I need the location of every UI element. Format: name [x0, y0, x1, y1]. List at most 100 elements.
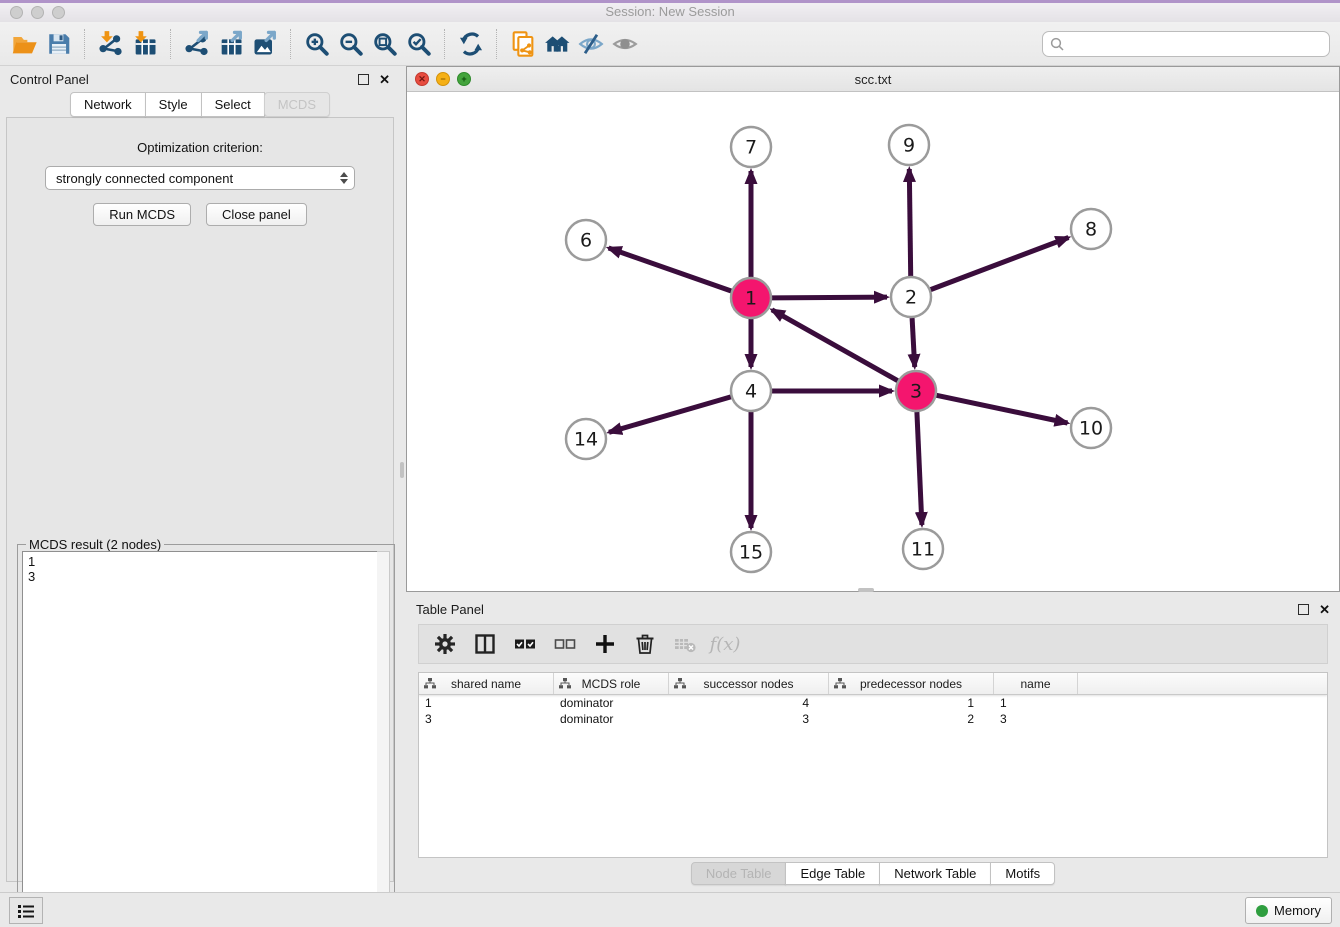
save-session-icon[interactable] [42, 27, 76, 61]
cell[interactable]: 1 [419, 696, 554, 710]
node-label: 15 [739, 542, 763, 564]
optimization-criterion-select[interactable]: strongly connected component [45, 166, 355, 190]
home-icon[interactable] [540, 27, 574, 61]
cell[interactable]: 4 [669, 696, 829, 710]
import-network-icon[interactable] [94, 27, 128, 61]
node-6[interactable]: 6 [566, 220, 606, 260]
node-label: 6 [580, 230, 592, 252]
select-all-rows-icon[interactable] [511, 630, 539, 658]
float-table-panel-icon[interactable] [1298, 604, 1309, 615]
node-2[interactable]: 2 [891, 277, 931, 317]
cell[interactable]: 1 [829, 696, 994, 710]
tab-select[interactable]: Select [201, 92, 265, 117]
table-settings-icon[interactable] [431, 630, 459, 658]
node-3[interactable]: 3 [896, 371, 936, 411]
network-view-window: ✕ − + scc.txt 7 9 6 8 1 2 4 3 14 10 15 11 [406, 66, 1340, 592]
mcds-result-box: MCDS result (2 nodes) 1 3 [17, 544, 395, 926]
node-7[interactable]: 7 [731, 127, 771, 167]
edge-2-3[interactable] [912, 318, 915, 367]
edge-3-11[interactable] [917, 412, 922, 525]
column-header-successor-nodes[interactable]: successor nodes [669, 673, 829, 694]
network-window-titlebar[interactable]: ✕ − + scc.txt [407, 67, 1339, 92]
float-panel-icon[interactable] [358, 74, 369, 85]
node-1[interactable]: 1 [731, 278, 771, 318]
search-icon [1050, 37, 1065, 57]
zoom-in-icon[interactable] [300, 27, 334, 61]
tab-node-table[interactable]: Node Table [691, 862, 787, 885]
toolbar-separator [170, 29, 172, 59]
tab-network[interactable]: Network [70, 92, 146, 117]
open-session-icon[interactable] [8, 27, 42, 61]
export-image-icon[interactable] [248, 27, 282, 61]
zoom-out-icon[interactable] [334, 27, 368, 61]
tab-mcds[interactable]: MCDS [264, 92, 330, 117]
network-canvas[interactable]: 7 9 6 8 1 2 4 3 14 10 15 11 [407, 91, 1339, 591]
edge-1-6[interactable] [609, 248, 732, 291]
show-panels-icon[interactable] [608, 27, 642, 61]
table-panel: Table Panel ✕ f(x) shared nameMCDS roles… [406, 596, 1340, 888]
delete-column-icon[interactable] [631, 630, 659, 658]
cell[interactable]: dominator [554, 712, 669, 726]
column-visibility-icon[interactable] [471, 630, 499, 658]
close-panel-button[interactable]: Close panel [206, 203, 307, 226]
zoom-fit-icon[interactable] [368, 27, 402, 61]
function-builder-icon: f(x) [711, 630, 739, 658]
result-scrollbar[interactable] [377, 551, 390, 921]
close-panel-icon[interactable]: ✕ [379, 73, 390, 86]
node-15[interactable]: 15 [731, 532, 771, 572]
node-14[interactable]: 14 [566, 419, 606, 459]
add-column-icon[interactable] [591, 630, 619, 658]
cell[interactable]: 3 [669, 712, 829, 726]
node-10[interactable]: 10 [1071, 408, 1111, 448]
column-header-shared-name[interactable]: shared name [419, 673, 554, 694]
hide-panels-icon[interactable] [574, 27, 608, 61]
cell[interactable]: 3 [419, 712, 554, 726]
tab-style[interactable]: Style [145, 92, 202, 117]
edge-3-1[interactable] [772, 310, 898, 381]
export-network-icon[interactable] [180, 27, 214, 61]
tab-motifs[interactable]: Motifs [990, 862, 1055, 885]
node-11[interactable]: 11 [903, 529, 943, 569]
splitter-grip-horizontal[interactable] [858, 588, 874, 592]
deselect-all-rows-icon[interactable] [551, 630, 579, 658]
run-mcds-button[interactable]: Run MCDS [93, 203, 191, 226]
search-input[interactable] [1042, 31, 1330, 57]
control-panel-tabs: NetworkStyleSelectMCDS [0, 92, 400, 117]
cell[interactable]: dominator [554, 696, 669, 710]
app-title: Session: New Session [0, 4, 1340, 19]
toolbar-separator [496, 29, 498, 59]
column-header-name[interactable]: name [994, 673, 1078, 694]
column-header-predecessor-nodes[interactable]: predecessor nodes [829, 673, 994, 694]
edge-2-9[interactable] [909, 169, 910, 276]
mcds-result-text[interactable]: 1 3 [22, 551, 378, 921]
node-9[interactable]: 9 [889, 125, 929, 165]
clone-network-icon[interactable] [506, 27, 540, 61]
node-4[interactable]: 4 [731, 371, 771, 411]
table-row[interactable]: 1dominator411 [419, 695, 1327, 711]
memory-status-icon [1256, 905, 1268, 917]
node-8[interactable]: 8 [1071, 209, 1111, 249]
list-icon [17, 903, 35, 919]
table-browser-button[interactable] [9, 897, 43, 924]
import-table-icon[interactable] [128, 27, 162, 61]
edge-1-2[interactable] [772, 297, 887, 298]
close-table-panel-icon[interactable]: ✕ [1319, 603, 1330, 616]
splitter-grip-vertical[interactable] [400, 462, 404, 478]
edge-4-14[interactable] [609, 397, 731, 432]
zoom-selected-icon[interactable] [402, 27, 436, 61]
tab-network-table[interactable]: Network Table [879, 862, 991, 885]
cell[interactable]: 2 [829, 712, 994, 726]
tab-edge-table[interactable]: Edge Table [785, 862, 880, 885]
apply-layout-icon[interactable] [454, 27, 488, 61]
column-header-MCDS-role[interactable]: MCDS role [554, 673, 669, 694]
table-row[interactable]: 3dominator323 [419, 711, 1327, 727]
edge-3-10[interactable] [937, 395, 1068, 423]
edge-2-8[interactable] [931, 238, 1069, 290]
table-panel-title: Table Panel [416, 602, 484, 617]
memory-button[interactable]: Memory [1245, 897, 1332, 924]
node-label: 7 [745, 137, 757, 159]
cell[interactable]: 1 [994, 696, 1078, 710]
table-toolbar: f(x) [418, 624, 1328, 664]
cell[interactable]: 3 [994, 712, 1078, 726]
export-table-icon[interactable] [214, 27, 248, 61]
